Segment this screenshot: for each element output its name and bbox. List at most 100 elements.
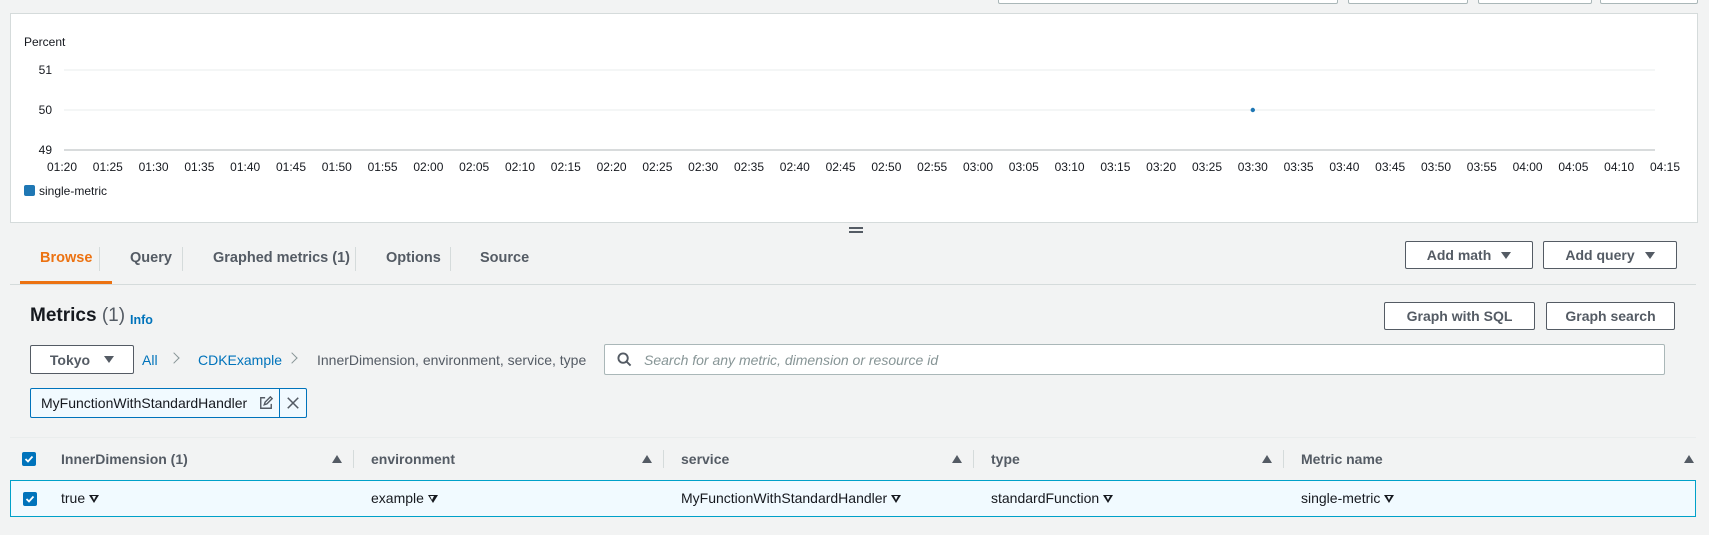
x-tick-label: 02:25 xyxy=(642,160,672,174)
tab-options[interactable]: Options xyxy=(366,234,461,282)
cell-metric-name: single-metric xyxy=(1301,481,1395,516)
x-tick-label: 02:15 xyxy=(551,160,581,174)
add-query-button[interactable]: Add query xyxy=(1543,241,1677,269)
filter-dropdown-icon[interactable] xyxy=(891,494,902,503)
toolbar-button-partial[interactable] xyxy=(1600,0,1698,4)
search-icon xyxy=(617,352,632,367)
x-tick-label: 04:10 xyxy=(1604,160,1634,174)
tab-graphed-metrics[interactable]: Graphed metrics (1) xyxy=(193,234,370,282)
x-tick-label: 04:15 xyxy=(1650,160,1680,174)
y-tick-label: 51 xyxy=(39,63,53,77)
metrics-title-text: Metrics xyxy=(30,305,97,326)
edit-icon[interactable] xyxy=(253,389,279,417)
y-axis-label: Percent xyxy=(24,35,66,49)
filter-dropdown-icon[interactable] xyxy=(427,494,438,503)
x-tick-label: 04:05 xyxy=(1558,160,1588,174)
sort-icon xyxy=(1262,455,1272,463)
chart-svg: Percent 51 50 49 01:20 01:25 01:30 01:35 01:40 01… xyxy=(24,35,1680,198)
region-selected-label: Tokyo xyxy=(49,351,91,368)
x-tick-label: 03:45 xyxy=(1375,160,1405,174)
x-tick-label: 02:00 xyxy=(413,160,443,174)
metrics-table: InnerDimension (1) environment service t… xyxy=(10,437,1696,517)
x-tick-label: 03:05 xyxy=(1009,160,1039,174)
toolbar-button-partial[interactable] xyxy=(1478,0,1592,4)
graph-with-sql-button[interactable]: Graph with SQL xyxy=(1384,302,1535,330)
cell-type: standardFunction xyxy=(991,481,1114,516)
column-header-type[interactable]: type xyxy=(991,438,1273,480)
data-point xyxy=(1250,107,1256,113)
checkbox-icon xyxy=(24,455,34,463)
x-tick-label: 03:50 xyxy=(1421,160,1451,174)
x-tick-label: 01:30 xyxy=(139,160,169,174)
select-all-checkbox[interactable] xyxy=(22,452,36,466)
x-tick-label: 01:45 xyxy=(276,160,306,174)
column-header-label: environment xyxy=(371,451,456,467)
caret-down-icon xyxy=(1501,251,1512,259)
add-query-label: Add query xyxy=(1565,247,1635,263)
column-header-label: InnerDimension (1) xyxy=(61,451,188,467)
x-tick-label: 03:20 xyxy=(1146,160,1176,174)
x-tick-label: 01:55 xyxy=(368,160,398,174)
cell-environment: example xyxy=(371,481,438,516)
table-row[interactable]: true example MyFunctionWithStandardHandl… xyxy=(10,480,1696,517)
legend-swatch xyxy=(24,185,35,196)
column-header-metric-name[interactable]: Metric name xyxy=(1301,438,1694,480)
checkbox-icon xyxy=(25,495,35,503)
metric-chart: Percent 51 50 49 01:20 01:25 01:30 01:35 01:40 01… xyxy=(10,13,1698,223)
toolbar-partial xyxy=(0,0,1709,10)
sort-icon xyxy=(642,455,652,463)
time-range-control-partial[interactable] xyxy=(998,0,1338,4)
graph-search-button[interactable]: Graph search xyxy=(1546,302,1675,330)
filter-dropdown-icon[interactable] xyxy=(89,494,100,503)
x-tick-label: 02:35 xyxy=(734,160,764,174)
breadcrumb-all[interactable]: All xyxy=(142,352,158,368)
filter-dropdown-icon[interactable] xyxy=(1384,494,1395,503)
metric-search[interactable] xyxy=(604,344,1665,375)
x-tick-label: 03:40 xyxy=(1329,160,1359,174)
y-tick-label: 49 xyxy=(39,143,53,157)
x-tick-label: 03:00 xyxy=(963,160,993,174)
x-tick-label: 01:50 xyxy=(322,160,352,174)
tab-bar: Browse Query Graphed metrics (1) Options… xyxy=(10,234,1696,285)
toolbar-button-partial[interactable] xyxy=(1348,0,1468,4)
breadcrumb-dimensions: InnerDimension, environment, service, ty… xyxy=(317,352,587,368)
add-math-button[interactable]: Add math xyxy=(1405,241,1533,269)
region-select[interactable]: Tokyo xyxy=(30,345,134,374)
row-checkbox[interactable] xyxy=(23,492,37,506)
column-header-label: service xyxy=(681,451,730,467)
x-tick-label: 02:10 xyxy=(505,160,535,174)
x-tick-label: 04:00 xyxy=(1513,160,1543,174)
breadcrumb-separator-icon xyxy=(168,352,180,364)
legend-label: single-metric xyxy=(39,184,107,198)
tab-source[interactable]: Source xyxy=(460,234,549,282)
metrics-title: Metrics (1) xyxy=(30,305,125,327)
filter-dropdown-icon[interactable] xyxy=(1103,494,1114,503)
x-tick-label: 03:35 xyxy=(1284,160,1314,174)
cell-value: standardFunction xyxy=(991,490,1100,506)
metrics-count: (1) xyxy=(101,305,126,326)
search-input[interactable] xyxy=(642,350,1664,369)
x-tick-label: 01:35 xyxy=(184,160,214,174)
sort-icon xyxy=(1684,455,1694,463)
add-math-label: Add math xyxy=(1426,247,1492,263)
column-header-label: type xyxy=(991,451,1020,467)
x-tick-label: 03:30 xyxy=(1238,160,1268,174)
x-tick-label: 02:30 xyxy=(688,160,718,174)
caret-down-icon xyxy=(1644,251,1655,259)
x-tick-label: 03:10 xyxy=(1055,160,1085,174)
cell-value: single-metric xyxy=(1301,490,1381,506)
info-link[interactable]: Info xyxy=(130,313,153,327)
column-header-environment[interactable]: environment xyxy=(371,438,653,480)
column-header-label: Metric name xyxy=(1301,451,1383,467)
y-tick-label: 50 xyxy=(39,103,53,117)
close-icon[interactable] xyxy=(279,389,306,417)
cell-service: MyFunctionWithStandardHandler xyxy=(681,481,902,516)
column-header-service[interactable]: service xyxy=(681,438,963,480)
tab-query[interactable]: Query xyxy=(110,234,192,282)
x-tick-label: 02:45 xyxy=(826,160,856,174)
x-tick-label: 02:50 xyxy=(871,160,901,174)
x-tick-label: 02:20 xyxy=(597,160,627,174)
breadcrumb-namespace[interactable]: CDKExample xyxy=(198,352,282,368)
column-header-innerdimension[interactable]: InnerDimension (1) xyxy=(61,438,343,480)
filter-token-label: MyFunctionWithStandardHandler xyxy=(41,395,248,411)
